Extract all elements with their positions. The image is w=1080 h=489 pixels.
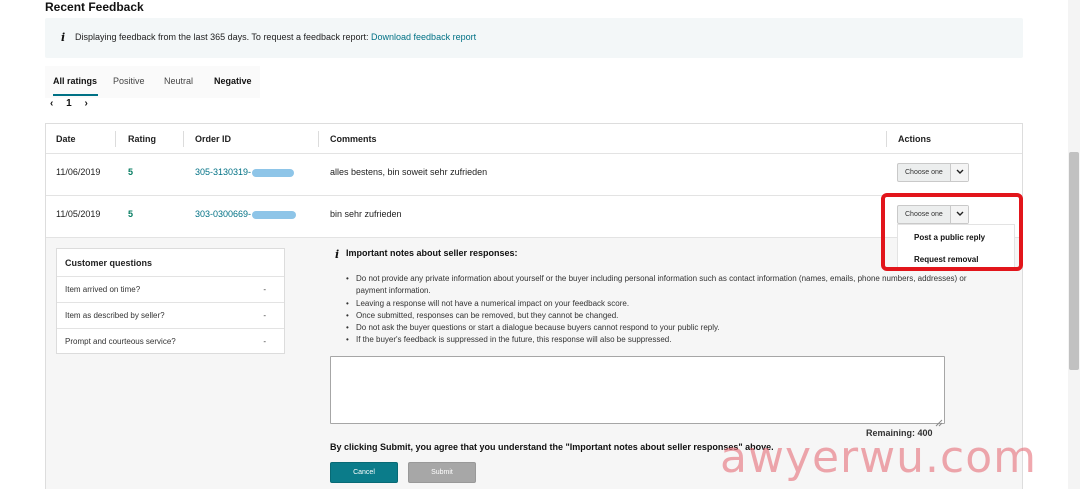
row-comment: alles bestens, bin soweit sehr zufrieden [330,167,488,177]
actions-dropdown-label: Choose one [905,169,943,176]
question-label: Item arrived on time? [65,285,141,294]
notes-list: Do not provide any private information a… [346,273,996,347]
list-item: Leaving a response will not have a numer… [346,298,996,311]
pagination: ‹ 1 › [50,98,98,109]
customer-questions-box: Customer questions Item arrived on time?… [56,248,285,354]
header-date: Date [56,134,76,144]
resize-handle-icon[interactable] [935,414,943,432]
list-item: Item as described by seller? - [57,302,284,328]
row-date: 11/05/2019 [56,209,101,219]
info-banner: i Displaying feedback from the last 365 … [45,18,1023,58]
tab-all-ratings[interactable]: All ratings [53,76,97,86]
info-icon: i [335,248,340,261]
list-item: Once submitted, responses can be removed… [346,310,996,323]
header-rating: Rating [128,134,156,144]
rating-tabs: All ratings Positive Neutral Negative [45,66,260,98]
scrollbar-thumb[interactable] [1069,152,1079,370]
info-icon: i [61,31,66,44]
header-order-id: Order ID [195,134,232,144]
column-divider [183,131,184,147]
prev-page-icon[interactable]: ‹ [50,98,53,109]
question-label: Item as described by seller? [65,311,165,320]
highlight-annotation [881,193,1023,271]
question-value: - [263,285,266,294]
list-item: Prompt and courteous service? - [57,328,284,354]
info-text: Displaying feedback from the last 365 da… [75,32,476,42]
table-row: 11/05/2019 5 303-0300669- bin sehr zufri… [46,196,1022,238]
row-order-id[interactable]: 303-0300669- [195,209,297,219]
column-divider [886,131,887,147]
info-message: Displaying feedback from the last 365 da… [75,32,372,42]
table-row: 11/06/2019 5 305-3130319- alles bestens,… [46,154,1022,196]
download-report-link[interactable]: Download feedback report [371,32,476,42]
list-item: If the buyer's feedback is suppressed in… [346,334,996,347]
list-item: Item arrived on time? - [57,276,284,302]
customer-questions-title: Customer questions [65,258,153,268]
table-header: Date Rating Order ID Comments Actions [46,124,1022,154]
next-page-icon[interactable]: › [84,98,87,109]
notes-title: Important notes about seller responses: [346,248,518,258]
row-rating: 5 [128,209,134,219]
header-actions: Actions [898,134,932,144]
tab-neutral[interactable]: Neutral [164,76,193,86]
row-rating: 5 [128,167,134,177]
page-title: Recent Feedback [45,0,144,14]
column-divider [115,131,116,147]
list-item: Do not provide any private information a… [346,273,996,298]
header-comments: Comments [330,134,377,144]
row-comment: bin sehr zufrieden [330,209,402,219]
watermark-text: awyerwu.com [720,432,1037,483]
row-date: 11/06/2019 [56,167,101,177]
cancel-button[interactable]: Cancel [330,462,398,483]
list-item: Do not ask the buyer questions or start … [346,322,996,335]
order-id-text[interactable]: 305-3130319- [195,167,251,177]
agreement-text: By clicking Submit, you agree that you u… [330,442,774,452]
submit-button[interactable]: Submit [408,462,476,483]
reply-textarea[interactable] [330,356,945,424]
question-value: - [263,311,266,320]
row-order-id[interactable]: 305-3130319- [195,167,295,177]
column-divider [318,131,319,147]
current-page[interactable]: 1 [66,98,72,109]
chevron-down-icon[interactable] [950,164,968,181]
question-label: Prompt and courteous service? [65,337,176,346]
tab-negative[interactable]: Negative [214,76,252,86]
order-id-text[interactable]: 303-0300669- [195,209,251,219]
active-tab-indicator [53,94,98,96]
question-value: - [263,337,266,346]
redacted-mark [252,210,297,219]
tab-positive[interactable]: Positive [113,76,145,86]
redacted-mark [252,168,295,177]
actions-dropdown[interactable]: Choose one [897,163,969,182]
